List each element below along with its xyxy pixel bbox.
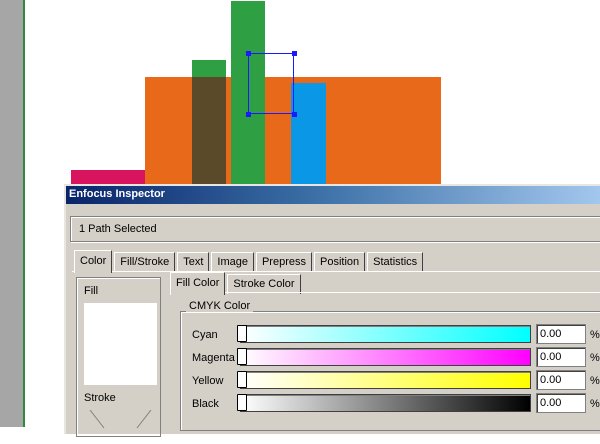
yellow-value-field[interactable]: 0.00: [536, 370, 586, 390]
cyan-value-field[interactable]: 0.00: [536, 324, 586, 344]
dark-bar-overlap: [192, 77, 226, 184]
cyan-slider-thumb[interactable]: [237, 325, 247, 342]
sub-tabs: Fill Color Stroke Color: [170, 272, 303, 295]
subtab-panel-top-edge: [170, 292, 600, 293]
black-label: Black: [192, 398, 219, 410]
tab-color[interactable]: Color: [74, 250, 113, 273]
tab-fill-stroke[interactable]: Fill/Stroke: [114, 252, 176, 272]
selection-status: 1 Path Selected: [79, 223, 157, 235]
cmyk-group-title: CMYK Color: [186, 300, 254, 312]
selection-handle-br[interactable]: [292, 112, 297, 117]
magenta-slider-thumb[interactable]: [237, 348, 247, 365]
tab-statistics[interactable]: Statistics: [367, 252, 424, 272]
tab-stroke-color[interactable]: Stroke Color: [227, 274, 301, 294]
window-title: Enfocus Inspector: [69, 188, 165, 200]
blue-bar[interactable]: [291, 83, 326, 184]
magenta-label: Magenta: [192, 352, 235, 364]
black-slider-thumb[interactable]: [237, 394, 247, 411]
selection-handle-tl[interactable]: [246, 51, 251, 56]
stroke-swatch[interactable]: [84, 409, 157, 440]
black-percent-label: %: [590, 398, 600, 410]
tab-text[interactable]: Text: [177, 252, 210, 272]
tab-position[interactable]: Position: [314, 252, 366, 272]
main-tabs: Color Fill/Stroke Text Image Prepress Po…: [74, 250, 425, 273]
tab-image[interactable]: Image: [211, 252, 254, 272]
inspector-titlebar[interactable]: Enfocus Inspector: [66, 186, 600, 204]
cyan-percent-label: %: [590, 329, 600, 341]
black-slider[interactable]: [240, 394, 531, 412]
stroke-label: Stroke: [84, 392, 116, 404]
yellow-percent-label: %: [590, 375, 600, 387]
cyan-label: Cyan: [192, 329, 218, 341]
cyan-slider[interactable]: [240, 325, 531, 343]
yellow-slider-thumb[interactable]: [237, 371, 247, 388]
fill-label: Fill: [84, 285, 99, 297]
fill-swatch[interactable]: [84, 303, 157, 385]
left-panel-edge: [0, 0, 23, 427]
magenta-percent-label: %: [590, 352, 600, 364]
black-value-field[interactable]: 0.00: [536, 393, 586, 413]
selection-box[interactable]: [248, 53, 294, 114]
magenta-value-field[interactable]: 0.00: [536, 347, 586, 367]
selection-handle-tr[interactable]: [292, 51, 297, 56]
yellow-label: Yellow: [192, 375, 224, 387]
status-box: 1 Path Selected: [70, 216, 600, 242]
magenta-slider[interactable]: [240, 348, 531, 366]
stroke-none-diagonal-icon: [89, 409, 152, 429]
yellow-slider[interactable]: [240, 371, 531, 389]
selection-handle-bl[interactable]: [246, 112, 251, 117]
tab-fill-color[interactable]: Fill Color: [170, 272, 226, 295]
tab-panel-top-edge: [72, 271, 600, 272]
tab-prepress[interactable]: Prepress: [255, 252, 312, 272]
